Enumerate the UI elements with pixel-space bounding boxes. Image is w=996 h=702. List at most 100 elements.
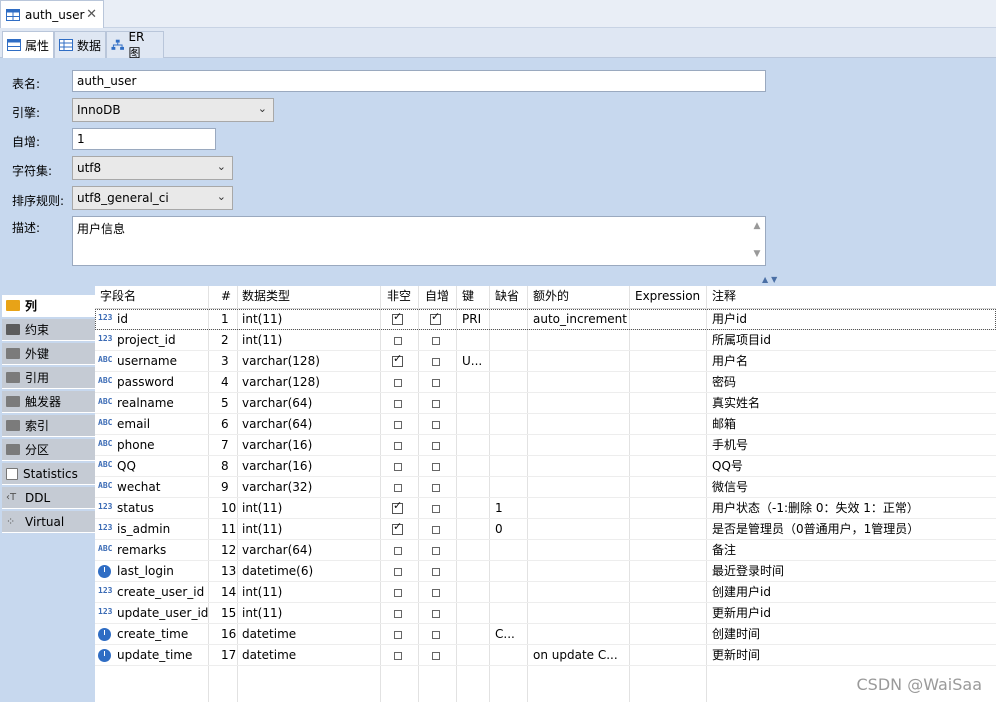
cell-extra[interactable] [528, 414, 629, 435]
table-row[interactable]: ABC wechat 9 varchar(32) 微信号 [95, 477, 996, 498]
tab-er-diagram[interactable]: ER 图 [106, 30, 164, 60]
cell-extra[interactable] [528, 393, 629, 414]
table-row[interactable]: 123 id 1 int(11) PRI auto_increment 用户id [95, 309, 996, 330]
cell-default[interactable] [490, 393, 527, 414]
table-row[interactable]: ABC remarks 12 varchar(64) 备注 [95, 540, 996, 561]
header-type[interactable]: 数据类型 [237, 286, 380, 307]
table-row[interactable]: 123 project_id 2 int(11) 所属项目id [95, 330, 996, 351]
header-num[interactable]: # [216, 286, 238, 307]
autoinc-checkbox[interactable] [432, 526, 440, 534]
cell-default[interactable] [490, 372, 527, 393]
cell-expression[interactable] [630, 309, 706, 330]
tab-properties[interactable]: 属性 [2, 31, 54, 58]
cell-comment[interactable]: 手机号 [707, 435, 996, 456]
cell-num[interactable]: 13 [216, 561, 238, 582]
cell-num[interactable]: 17 [216, 645, 238, 666]
cell-type[interactable]: datetime(6) [237, 561, 380, 582]
notnull-checkbox[interactable] [394, 421, 402, 429]
cell-comment[interactable]: 微信号 [707, 477, 996, 498]
cell-expression[interactable] [630, 561, 706, 582]
cell-comment[interactable]: 创建时间 [707, 624, 996, 645]
cell-num[interactable]: 1 [216, 309, 238, 330]
side-tab-foreign-keys[interactable]: 外键 [2, 343, 95, 365]
cell-key[interactable] [457, 393, 489, 414]
cell-expression[interactable] [630, 477, 706, 498]
cell-name[interactable]: update_user_id [112, 603, 208, 624]
cell-type[interactable]: varchar(64) [237, 393, 380, 414]
cell-default[interactable] [490, 309, 527, 330]
header-key[interactable]: 键 [457, 286, 490, 307]
cell-name[interactable]: username [112, 351, 208, 372]
cell-key[interactable]: U... [457, 351, 489, 372]
cell-type[interactable]: varchar(16) [237, 435, 380, 456]
cell-default[interactable]: 1 [490, 498, 527, 519]
cell-comment[interactable]: 备注 [707, 540, 996, 561]
header-extra[interactable]: 额外的 [528, 286, 629, 307]
cell-type[interactable]: int(11) [237, 498, 380, 519]
notnull-checkbox[interactable] [394, 610, 402, 618]
cell-type[interactable]: varchar(64) [237, 540, 380, 561]
cell-key[interactable] [457, 519, 489, 540]
cell-extra[interactable] [528, 498, 629, 519]
table-row[interactable]: ABC email 6 varchar(64) 邮箱 [95, 414, 996, 435]
notnull-checkbox[interactable] [394, 631, 402, 639]
cell-type[interactable]: varchar(32) [237, 477, 380, 498]
cell-key[interactable] [457, 645, 489, 666]
autoinc-checkbox[interactable] [432, 631, 440, 639]
cell-default[interactable] [490, 561, 527, 582]
header-name[interactable]: 字段名 [95, 286, 208, 307]
cell-num[interactable]: 14 [216, 582, 238, 603]
cell-extra[interactable] [528, 603, 629, 624]
table-row[interactable]: 123 is_admin 11 int(11) 0 是否是管理员（0普通用户，1管理员） [95, 519, 996, 540]
cell-expression[interactable] [630, 519, 706, 540]
cell-name[interactable]: password [112, 372, 208, 393]
side-tab-triggers[interactable]: 触发器 [2, 391, 95, 413]
cell-name[interactable]: update_time [112, 645, 208, 666]
cell-expression[interactable] [630, 498, 706, 519]
side-tab-references[interactable]: 引用 [2, 367, 95, 389]
cell-type[interactable]: varchar(16) [237, 456, 380, 477]
table-row[interactable]: ABC password 4 varchar(128) 密码 [95, 372, 996, 393]
description-textarea[interactable]: 用户信息 ▲ ▼ [72, 216, 766, 266]
cell-expression[interactable] [630, 372, 706, 393]
table-row[interactable]: update_time 17 datetime on update C... 更新时间 [95, 645, 996, 666]
cell-type[interactable]: varchar(64) [237, 414, 380, 435]
cell-type[interactable]: int(11) [237, 603, 380, 624]
autoinc-checkbox[interactable] [432, 337, 440, 345]
notnull-checkbox[interactable] [392, 310, 403, 325]
table-row[interactable]: 123 update_user_id 15 int(11) 更新用户id [95, 603, 996, 624]
autoinc-checkbox[interactable] [432, 421, 440, 429]
cell-name[interactable]: remarks [112, 540, 208, 561]
engine-select[interactable]: InnoDB ⌄ [72, 98, 274, 122]
header-comment[interactable]: 注释 [707, 286, 996, 307]
cell-comment[interactable]: QQ号 [707, 456, 996, 477]
cell-type[interactable]: int(11) [237, 582, 380, 603]
cell-num[interactable]: 16 [216, 624, 238, 645]
autoinc-checkbox[interactable] [432, 442, 440, 450]
notnull-checkbox[interactable] [392, 352, 403, 367]
cell-default[interactable]: 0 [490, 519, 527, 540]
table-name-input[interactable]: auth_user [72, 70, 766, 92]
notnull-checkbox[interactable] [394, 547, 402, 555]
cell-type[interactable]: varchar(128) [237, 372, 380, 393]
cell-default[interactable] [490, 477, 527, 498]
cell-default[interactable] [490, 330, 527, 351]
autoinc-checkbox[interactable] [432, 610, 440, 618]
notnull-checkbox[interactable] [394, 400, 402, 408]
cell-expression[interactable] [630, 603, 706, 624]
autoinc-checkbox[interactable] [432, 358, 440, 366]
close-icon[interactable]: ✕ [86, 7, 97, 22]
autoinc-checkbox[interactable] [432, 463, 440, 471]
side-tab-virtual[interactable]: ⁘ Virtual [2, 511, 95, 533]
cell-type[interactable]: datetime [237, 624, 380, 645]
cell-expression[interactable] [630, 414, 706, 435]
cell-key[interactable] [457, 498, 489, 519]
notnull-checkbox[interactable] [394, 442, 402, 450]
side-tab-ddl[interactable]: ‹T DDL [2, 487, 95, 509]
cell-extra[interactable] [528, 477, 629, 498]
cell-comment[interactable]: 密码 [707, 372, 996, 393]
cell-type[interactable]: datetime [237, 645, 380, 666]
cell-expression[interactable] [630, 393, 706, 414]
cell-comment[interactable]: 用户状态（-1:删除 0：失效 1：正常） [707, 498, 996, 519]
auto-increment-input[interactable]: 1 [72, 128, 216, 150]
